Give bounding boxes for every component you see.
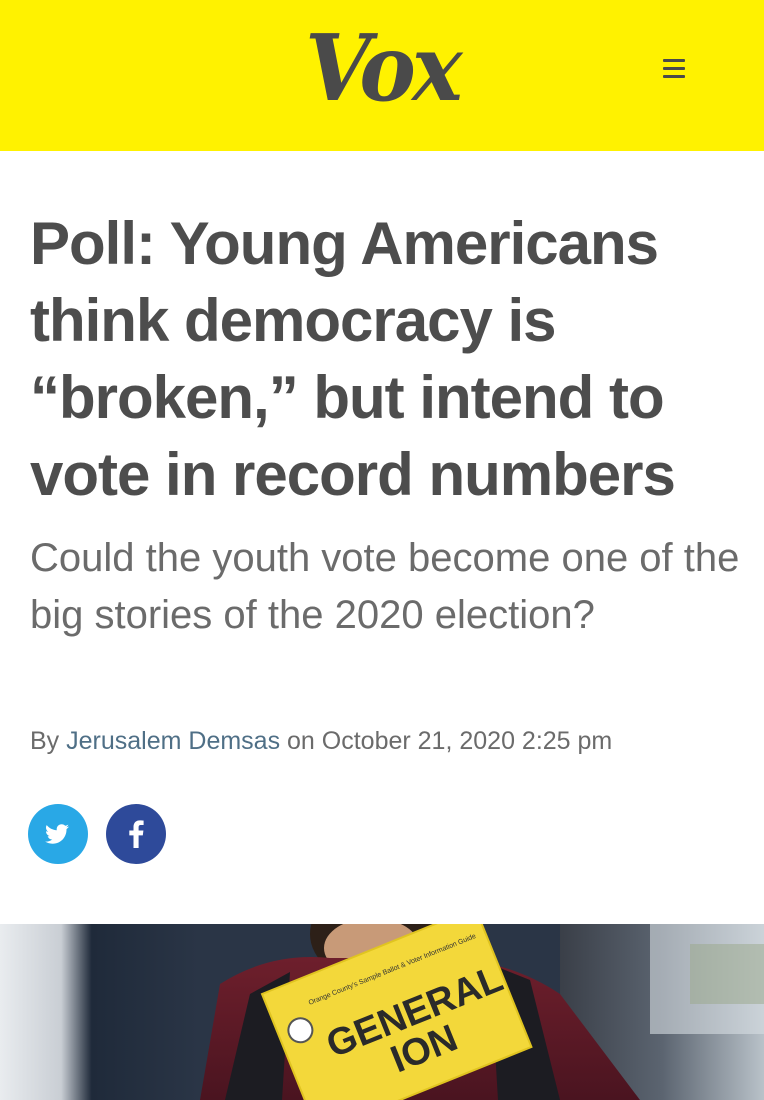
author-link[interactable]: Jerusalem Demsas: [66, 727, 280, 755]
hamburger-menu-icon: [663, 59, 685, 62]
vox-logo[interactable]: Vox: [31, 18, 734, 118]
hero-image: Orange County's Sample Ballot & Voter In…: [0, 924, 764, 1100]
article-headline: Poll: Young Americans think democracy is…: [30, 210, 676, 508]
byline-on: on: [280, 727, 322, 755]
facebook-share-button[interactable]: [106, 804, 166, 864]
article-dek: Could the youth vote become one of the b…: [30, 536, 740, 637]
facebook-icon: [129, 820, 144, 848]
menu-button[interactable]: [660, 54, 692, 84]
byline-prefix: By: [30, 727, 67, 755]
site-header: Vox: [0, 0, 764, 151]
twitter-share-button[interactable]: [28, 804, 88, 864]
publish-date: October 21, 2020 2:25 pm: [321, 727, 613, 755]
twitter-icon: [45, 824, 69, 844]
young-voter-photo: Orange County's Sample Ballot & Voter In…: [0, 924, 764, 1100]
byline: By Jerusalem Demsas on October 21, 2020 …: [30, 724, 750, 758]
